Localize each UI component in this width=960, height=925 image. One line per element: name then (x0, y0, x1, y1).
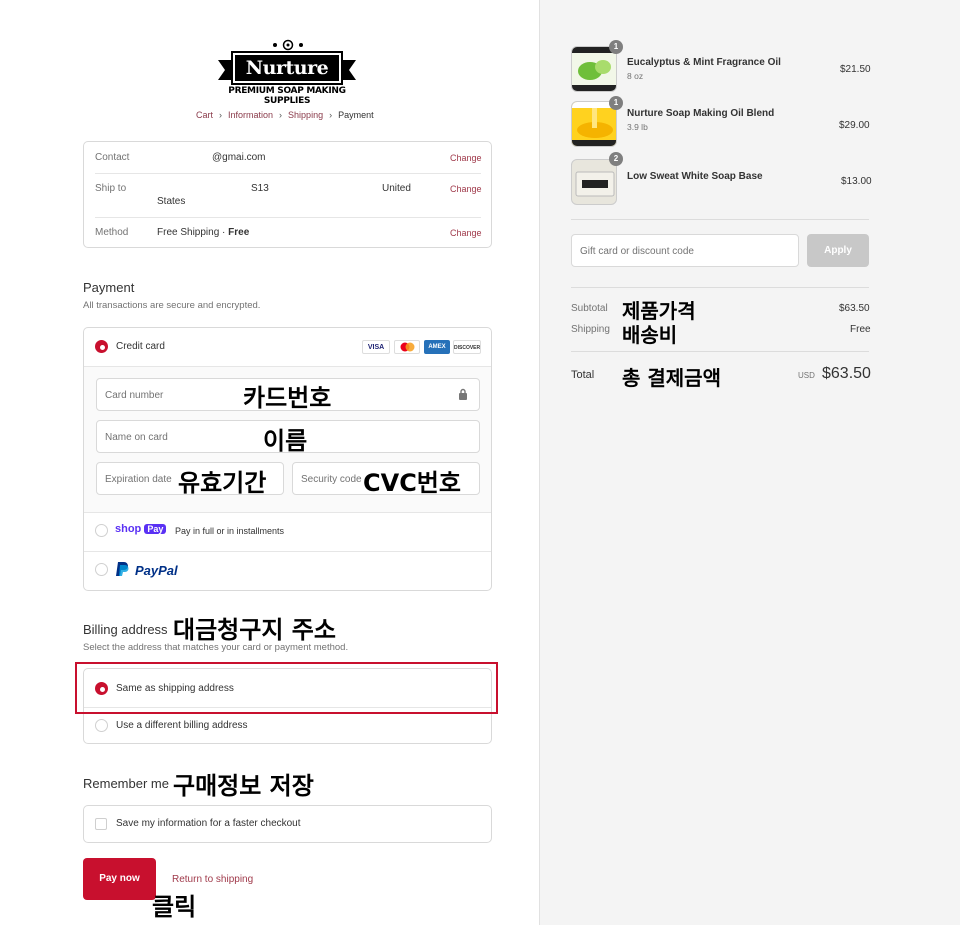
chevron-right-icon: › (279, 110, 283, 120)
name-on-card-placeholder: Name on card (105, 432, 168, 443)
card-number-placeholder: Card number (105, 390, 164, 401)
quantity-badge: 1 (609, 96, 623, 110)
breadcrumb-information[interactable]: Information (228, 110, 273, 120)
product-thumbnail (571, 159, 617, 205)
credit-card-label: Credit card (116, 341, 165, 352)
apply-button[interactable]: Apply (807, 234, 869, 267)
discover-icon: DISCOVER (453, 340, 481, 354)
product-price: $29.00 (839, 120, 870, 131)
breadcrumb-payment: Payment (338, 110, 374, 120)
annotation-shipping: 배송비 (622, 323, 678, 347)
divider (95, 217, 481, 218)
return-to-shipping-link[interactable]: Return to shipping (172, 874, 253, 885)
mastercard-icon (394, 340, 420, 354)
different-billing-label[interactable]: Use a different billing address (116, 720, 248, 731)
annotation-total: 총 결제금액 (622, 366, 721, 390)
ship-to-value-part: States (157, 196, 186, 207)
subtotal-label: Subtotal (571, 303, 608, 314)
amex-icon: AMEX (424, 340, 450, 354)
product-name: Nurture Soap Making Oil Blend (627, 108, 775, 119)
paypal-text: PayPal (135, 563, 178, 578)
divider (571, 351, 869, 352)
product-name: Low Sweat White Soap Base (627, 171, 763, 182)
visa-icon: VISA (362, 340, 390, 354)
chevron-right-icon: › (219, 110, 223, 120)
product-variant: 8 oz (627, 71, 644, 81)
annotation-name: 이름 (263, 427, 308, 455)
logo-tagline: PREMIUM SOAP MAKING SUPPLIES (228, 86, 346, 106)
annotation-billing: 대금청구지 주소 (173, 616, 336, 644)
shipping-value: Free (850, 324, 871, 335)
quantity-badge: 2 (609, 152, 623, 166)
method-value: Free Shipping · Free (157, 227, 250, 238)
checkout-main: Nurture Soap PREMIUM SOAP MAKING SUPPLIE… (0, 0, 539, 925)
paypal-icon (115, 561, 129, 582)
highlight-box (75, 662, 498, 714)
total-label: Total (571, 369, 595, 381)
divider (95, 173, 481, 174)
product-thumbnail (571, 46, 617, 92)
contact-label: Contact (95, 152, 130, 163)
paypal-radio[interactable] (95, 563, 108, 576)
total-value: $63.50 (822, 365, 871, 382)
shop-pay-text: Pay in full or in installments (175, 526, 285, 536)
logo[interactable]: Nurture Soap (231, 51, 343, 105)
shop-pay-logo: shop Pay (115, 523, 167, 535)
discount-code-input[interactable]: Gift card or discount code (571, 234, 799, 267)
divider (84, 512, 491, 513)
annotation-click: 클릭 (152, 893, 197, 921)
payment-subtitle: All transactions are secure and encrypte… (83, 300, 261, 311)
security-code-placeholder: Security code (301, 474, 362, 485)
currency-code: USD (798, 371, 815, 380)
credit-card-radio[interactable] (95, 340, 108, 353)
product-name: Eucalyptus & Mint Fragrance Oil (627, 57, 781, 68)
change-ship-to-link[interactable]: Change (450, 184, 482, 194)
annotation-security: CVC번호 (363, 469, 461, 497)
save-info-checkbox[interactable] (95, 818, 107, 830)
pay-now-button[interactable]: Pay now (83, 858, 156, 900)
change-contact-link[interactable]: Change (450, 153, 482, 163)
different-billing-radio[interactable] (95, 719, 108, 732)
order-summary: 1 Eucalyptus & Mint Fragrance Oil 8 oz $… (539, 0, 960, 925)
shipping-label: Shipping (571, 324, 610, 335)
payment-methods: Credit card VISA AMEX DISCOVER Card numb… (83, 327, 492, 591)
breadcrumb: Cart › Information › Shipping › Payment (196, 110, 374, 120)
annotation-remember: 구매정보 저장 (173, 772, 314, 800)
ship-to-value-part: S13 (251, 183, 269, 194)
product-price: $13.00 (841, 176, 872, 187)
subtotal-value: $63.50 (839, 303, 870, 314)
annotation-expiry: 유효기간 (178, 469, 267, 497)
remember-box: Save my information for a faster checkou… (83, 805, 492, 843)
contact-value: @gmai.com (212, 152, 266, 163)
remember-title: Remember me (83, 776, 169, 791)
billing-title: Billing address (83, 622, 168, 637)
change-method-link[interactable]: Change (450, 228, 482, 238)
expiration-date-placeholder: Expiration date (105, 474, 172, 485)
product-variant: 3.9 lb (627, 122, 648, 132)
ship-to-value-part: United (382, 183, 411, 194)
shop-pay-radio[interactable] (95, 524, 108, 537)
logo-dots (270, 38, 306, 51)
save-info-label[interactable]: Save my information for a faster checkou… (116, 818, 301, 829)
breadcrumb-cart[interactable]: Cart (196, 110, 213, 120)
payment-title: Payment (83, 280, 135, 295)
discount-code-placeholder: Gift card or discount code (580, 246, 694, 257)
annotation-card-number: 카드번호 (243, 384, 332, 412)
review-box: Contact @gmai.com Change Ship to S13 Uni… (83, 141, 492, 248)
lock-icon (458, 388, 468, 406)
divider (571, 287, 869, 288)
divider (84, 551, 491, 552)
divider (571, 219, 869, 220)
chevron-right-icon: › (329, 110, 333, 120)
ship-to-label: Ship to (95, 183, 127, 194)
product-price: $21.50 (840, 64, 871, 75)
method-label: Method (95, 227, 129, 238)
breadcrumb-shipping[interactable]: Shipping (288, 110, 323, 120)
quantity-badge: 1 (609, 40, 623, 54)
